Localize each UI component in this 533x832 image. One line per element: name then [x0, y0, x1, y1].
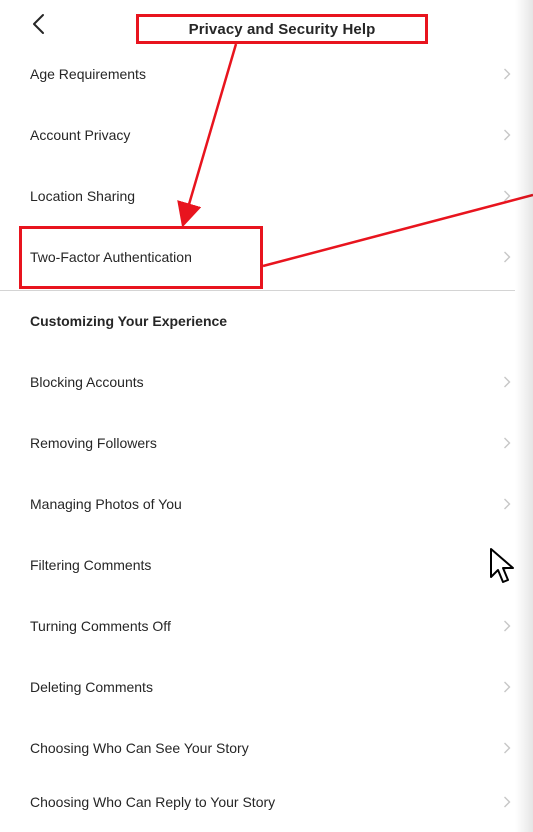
list-item-who-can-reply-story[interactable]: Choosing Who Can Reply to Your Story — [0, 772, 515, 832]
page-title: Privacy and Security Help — [188, 20, 376, 38]
list-item-label: Choosing Who Can Reply to Your Story — [30, 794, 276, 810]
chevron-right-icon — [504, 251, 511, 263]
list-item-deleting-comments[interactable]: Deleting Comments — [0, 657, 515, 717]
help-screen: Privacy and Security Help Age Requiremen… — [0, 0, 533, 832]
chevron-right-icon — [504, 376, 511, 388]
list-item-filtering-comments[interactable]: Filtering Comments — [0, 535, 515, 595]
list-item-account-privacy[interactable]: Account Privacy — [0, 105, 515, 165]
list-item-who-can-see-story[interactable]: Choosing Who Can See Your Story — [0, 718, 515, 778]
chevron-right-icon — [504, 190, 511, 202]
list-item-label: Turning Comments Off — [30, 618, 171, 634]
list-item-label: Two-Factor Authentication — [30, 249, 192, 265]
section-title: Customizing Your Experience — [30, 313, 228, 329]
list-item-label: Filtering Comments — [30, 557, 152, 573]
list-item-label: Removing Followers — [30, 435, 157, 451]
chevron-right-icon — [504, 620, 511, 632]
chevron-right-icon — [504, 129, 511, 141]
list-item-location-sharing[interactable]: Location Sharing — [0, 166, 515, 226]
title-annotation-box: Privacy and Security Help — [136, 14, 428, 44]
list-item-label: Deleting Comments — [30, 679, 153, 695]
back-button[interactable] — [30, 12, 50, 36]
chevron-right-icon — [504, 559, 511, 571]
list-item-managing-photos[interactable]: Managing Photos of You — [0, 474, 515, 534]
list-item-label: Account Privacy — [30, 127, 131, 143]
list-item-label: Age Requirements — [30, 66, 146, 82]
chevron-right-icon — [504, 68, 511, 80]
section-header-row: Customizing Your Experience — [0, 291, 515, 351]
header: Privacy and Security Help — [0, 0, 515, 46]
right-edge-shade — [515, 0, 533, 832]
list-item-age-requirements[interactable]: Age Requirements — [0, 44, 515, 104]
list-item-label: Blocking Accounts — [30, 374, 144, 390]
list-item-turning-comments-off[interactable]: Turning Comments Off — [0, 596, 515, 656]
chevron-right-icon — [504, 742, 511, 754]
list-item-label: Managing Photos of You — [30, 496, 182, 512]
list-item-label: Location Sharing — [30, 188, 136, 204]
chevron-right-icon — [504, 437, 511, 449]
list-item-label: Choosing Who Can See Your Story — [30, 740, 249, 756]
list-item-removing-followers[interactable]: Removing Followers — [0, 413, 515, 473]
chevron-left-icon — [33, 14, 44, 34]
chevron-right-icon — [504, 681, 511, 693]
chevron-right-icon — [504, 796, 511, 808]
list-item-two-factor-authentication[interactable]: Two-Factor Authentication — [0, 227, 515, 287]
list-item-blocking-accounts[interactable]: Blocking Accounts — [0, 352, 515, 412]
chevron-right-icon — [504, 498, 511, 510]
